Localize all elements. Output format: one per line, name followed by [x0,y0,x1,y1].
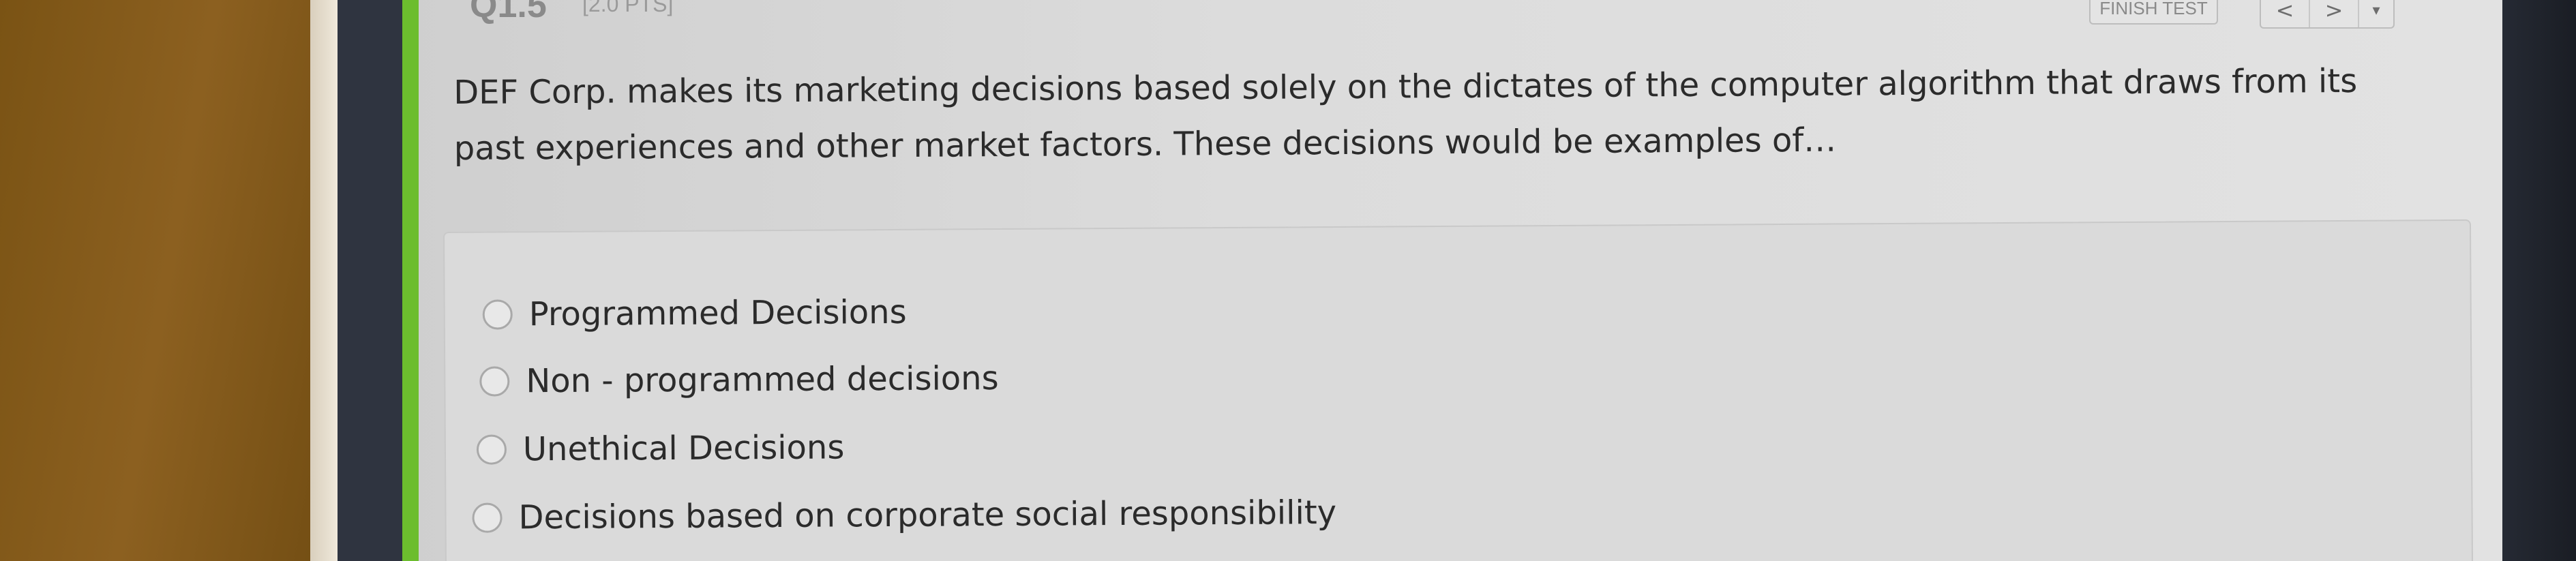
prev-question-button[interactable]: < [2261,0,2310,27]
finish-test-button[interactable]: FINISH TEST [2089,0,2218,25]
answer-label: Decisions based on corporate social resp… [518,494,1337,537]
radio-button[interactable] [479,366,510,397]
answer-label: Non - programmed decisions [526,359,999,401]
question-menu-button[interactable]: ▾ [2359,0,2393,27]
next-question-button[interactable]: > [2310,0,2359,27]
answers-panel: Programmed Decisions Non - programmed de… [443,219,2474,561]
answer-option[interactable]: Non - programmed decisions [479,359,999,401]
radio-button[interactable] [482,299,513,330]
radio-button[interactable] [476,434,507,465]
answer-option[interactable]: Programmed Decisions [482,292,907,334]
question-number: Q1.5 [470,0,547,25]
question-points: [2.0 PTS] [582,0,674,16]
laptop-edge [310,0,338,561]
chevron-left-icon: < [2275,0,2294,23]
radio-button[interactable] [472,502,503,533]
answer-label: Programmed Decisions [528,292,907,334]
answer-option[interactable]: Unethical Decisions [476,428,845,469]
answer-label: Unethical Decisions [522,428,845,469]
photo-scene: Q1.5 [2.0 PTS] FINISH TEST < > ▾ DEF Cor… [0,0,2576,561]
quiz-header: Q1.5 [2.0 PTS] FINISH TEST < > ▾ [419,0,2576,29]
question-accent-bar [402,0,419,561]
chevron-right-icon: > [2324,0,2343,23]
answer-option[interactable]: Decisions based on corporate social resp… [472,494,1336,537]
caret-down-icon: ▾ [2372,1,2380,19]
question-text: DEF Corp. makes its marketing decisions … [453,61,2358,168]
question-nav: < > ▾ [2260,0,2395,29]
